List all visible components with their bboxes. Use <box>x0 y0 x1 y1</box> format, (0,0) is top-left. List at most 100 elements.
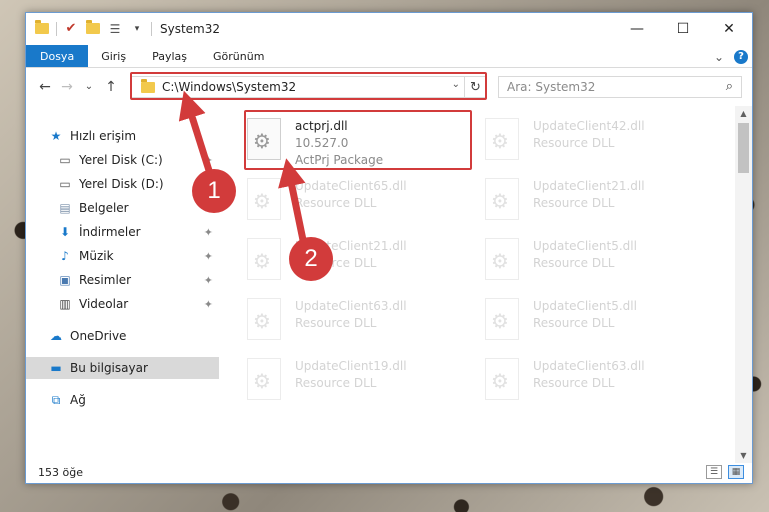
file-name: UpdateClient63.dll <box>295 299 407 313</box>
window-title: System32 <box>160 21 221 36</box>
pictures-icon: ▣ <box>59 273 71 287</box>
file-item[interactable]: ⚙ UpdateClient63.dll Resource DLL <box>485 354 715 409</box>
file-item[interactable]: ⚙ UpdateClient65.dll Resource DLL <box>247 174 477 229</box>
sidebar-item[interactable]: ▥ Videolar ✦ <box>26 293 219 315</box>
sidebar-item-label: Ağ <box>70 393 86 407</box>
sidebar-item-label: Videolar <box>79 297 129 311</box>
sidebar-item-label: Bu bilgisayar <box>70 361 148 375</box>
tab-home[interactable]: Giriş <box>88 45 139 67</box>
gear-icon: ⚙ <box>253 249 271 273</box>
pin-icon[interactable]: ✦ <box>204 226 213 239</box>
sidebar-item[interactable]: ▭ Yerel Disk (C:) ✦ <box>26 149 219 171</box>
pin-icon[interactable]: ✦ <box>204 154 213 167</box>
sidebar-item-label: Hızlı erişim <box>70 129 137 143</box>
file-description: Resource DLL <box>295 196 377 210</box>
title-bar: ✔ ☰ ▾ System32 — ☐ ✕ <box>26 13 752 45</box>
sidebar-item[interactable]: ⧉ Ağ <box>26 389 219 411</box>
tab-share[interactable]: Paylaş <box>139 45 200 67</box>
sidebar-item-label: Yerel Disk (C:) <box>79 153 163 167</box>
dll-file-icon: ⚙ <box>485 178 519 220</box>
ribbon-expand-icon[interactable]: ⌄ <box>714 50 724 64</box>
navigation-pane: ★ Hızlı erişim ▭ Yerel Disk (C:) ✦ ▭ Yerel Dis… <box>26 106 219 463</box>
dll-file-icon: ⚙ <box>485 238 519 280</box>
documents-icon: ▤ <box>59 201 71 215</box>
vertical-scrollbar[interactable]: ▲ ▼ <box>735 106 752 463</box>
sidebar-item[interactable]: ⬇ İndirmeler ✦ <box>26 221 219 243</box>
gear-icon: ⚙ <box>491 189 509 213</box>
help-icon[interactable]: ? <box>734 49 748 64</box>
scrollbar-thumb[interactable] <box>738 123 749 173</box>
file-item[interactable]: ⚙ UpdateClient5.dll Resource DLL <box>485 234 715 289</box>
toolbar-divider <box>151 21 152 36</box>
file-item[interactable]: ⚙ UpdateClient21.dll Resource DLL <box>247 234 477 289</box>
recent-locations-button[interactable]: ⌄ <box>78 81 100 92</box>
file-description: Resource DLL <box>533 316 615 330</box>
network-icon: ⧉ <box>51 392 61 407</box>
gear-icon: ⚙ <box>491 369 509 393</box>
file-name: UpdateClient5.dll <box>533 239 637 253</box>
view-options-icon[interactable]: ☰ <box>107 21 123 37</box>
view-switcher: ☰ ▦ <box>706 465 744 479</box>
tab-view[interactable]: Görünüm <box>200 45 277 67</box>
cloud-icon: ☁ <box>50 329 62 343</box>
forward-button[interactable]: → <box>56 79 78 95</box>
new-folder-icon[interactable] <box>85 20 101 37</box>
customize-toolbar-icon[interactable]: ▾ <box>129 21 145 37</box>
sidebar-item[interactable]: ☁ OneDrive <box>26 325 219 347</box>
properties-icon[interactable]: ✔ <box>63 21 79 37</box>
pin-icon[interactable]: ✦ <box>204 298 213 311</box>
back-button[interactable]: ← <box>34 79 56 95</box>
file-item[interactable]: ⚙ UpdateClient42.dll Resource DLL <box>485 114 715 169</box>
sidebar-item[interactable]: ▬ Bu bilgisayar <box>26 357 219 379</box>
gear-icon: ⚙ <box>491 249 509 273</box>
maximize-button[interactable]: ☐ <box>660 13 706 45</box>
file-name: UpdateClient42.dll <box>533 119 645 133</box>
gear-icon: ⚙ <box>491 309 509 333</box>
large-icons-view-icon[interactable]: ▦ <box>728 465 744 479</box>
search-icon[interactable]: ⌕ <box>726 79 733 94</box>
sidebar-item-label: Belgeler <box>79 201 129 215</box>
sidebar-item[interactable]: ▭Yerel Disk (D:)✦ <box>26 173 219 195</box>
gear-icon: ⚙ <box>491 129 509 153</box>
search-input[interactable]: Ara: System32 ⌕ <box>498 76 742 98</box>
file-description: Resource DLL <box>533 376 615 390</box>
star-icon: ★ <box>50 129 62 143</box>
gear-icon: ⚙ <box>253 309 271 333</box>
file-name: UpdateClient63.dll <box>533 359 645 373</box>
up-button[interactable]: ↑ <box>100 79 122 95</box>
folder-icon <box>34 20 50 37</box>
drive-icon: ▭ <box>59 177 71 191</box>
sidebar-item[interactable]: ▣ Resimler ✦ <box>26 269 219 291</box>
dll-file-icon: ⚙ <box>247 298 281 340</box>
pin-icon[interactable]: ✦ <box>204 250 213 263</box>
step-1-badge: 1 <box>192 169 236 213</box>
drive-icon: ▭ <box>59 153 71 167</box>
details-view-icon[interactable]: ☰ <box>706 465 722 479</box>
file-item[interactable]: ⚙ UpdateClient19.dll Resource DLL <box>247 354 477 409</box>
gear-icon: ⚙ <box>253 189 271 213</box>
file-name: UpdateClient5.dll <box>533 299 637 313</box>
file-item[interactable]: ⚙ UpdateClient63.dll Resource DLL <box>247 294 477 349</box>
file-item[interactable]: ⚙ UpdateClient5.dll Resource DLL <box>485 294 715 349</box>
sidebar-item-label: Yerel Disk (D:) <box>79 177 164 191</box>
file-description: Resource DLL <box>295 316 377 330</box>
scroll-up-icon[interactable]: ▲ <box>735 106 752 121</box>
ribbon-tabs: Dosya Giriş Paylaş Görünüm ⌄ ? <box>26 45 752 68</box>
dll-file-icon: ⚙ <box>247 358 281 400</box>
close-button[interactable]: ✕ <box>706 13 752 45</box>
item-count: 153 öğe <box>38 465 83 479</box>
dll-file-icon: ⚙ <box>485 118 519 160</box>
videos-icon: ▥ <box>59 297 71 311</box>
file-description: Resource DLL <box>533 196 615 210</box>
pin-icon[interactable]: ✦ <box>204 274 213 287</box>
tab-file[interactable]: Dosya <box>26 45 89 67</box>
file-item[interactable]: ⚙ UpdateClient21.dll Resource DLL <box>485 174 715 229</box>
file-name: UpdateClient21.dll <box>533 179 645 193</box>
sidebar-item[interactable]: ▤Belgeler✦ <box>26 197 219 219</box>
sidebar-item[interactable]: ♪ Müzik ✦ <box>26 245 219 267</box>
file-name: UpdateClient65.dll <box>295 179 407 193</box>
minimize-button[interactable]: — <box>614 13 660 45</box>
sidebar-item[interactable]: ★ Hızlı erişim <box>26 125 219 147</box>
file-highlight-box <box>244 110 472 170</box>
sidebar-item-label: Resimler <box>79 273 132 287</box>
